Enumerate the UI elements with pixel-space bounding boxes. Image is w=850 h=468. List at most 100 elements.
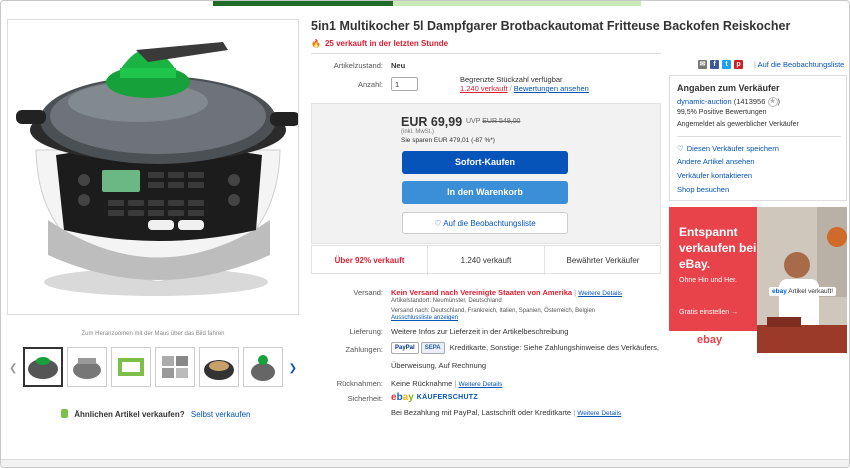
shipping-details-link[interactable]: Weitere Details: [578, 290, 622, 297]
flame-icon: 🔥: [311, 39, 321, 48]
tag-icon: [61, 409, 68, 418]
security-text: Bei Bezahlung mit PayPal, Lastschrift od…: [391, 408, 572, 417]
ad-person-image: [757, 207, 847, 353]
returns-value: Keine Rücknahme: [391, 379, 453, 388]
shipping-label: Versand:: [353, 288, 383, 297]
quantity-label: Anzahl:: [357, 80, 383, 89]
sell-similar-question: Ähnlichen Artikel verkaufen?: [74, 410, 185, 419]
ad-cta[interactable]: Gratis einstellen →: [679, 309, 738, 316]
savings-text: Sie sparen EUR 479,01 (-87 %*): [401, 137, 495, 144]
heart-icon: ♡: [677, 144, 684, 153]
sell-similar: Ähnlichen Artikel verkaufen? Selbst verk…: [61, 409, 250, 419]
contact-seller-link[interactable]: Verkäufer kontaktieren: [677, 171, 752, 180]
star-icon: ★: [767, 97, 778, 108]
ad-chip-logo: ebay: [772, 288, 787, 295]
payment-text-2: Überweisung, Auf Rechnung: [391, 361, 487, 370]
quantity-input[interactable]: 1: [391, 77, 418, 91]
seller-name-line: dynamic-auction (1413956 ★): [677, 97, 780, 108]
ad-ebay-logo: ebay: [697, 334, 723, 346]
positive-ratings: 99,5% Positive Bewertungen: [677, 109, 767, 116]
heart-icon: ♡: [434, 219, 442, 228]
product-title: 5in1 Multikocher 5l Dampfgarer Brotbacka…: [311, 19, 791, 33]
ad-banner[interactable]: Entspannt verkaufen bei eBay. Ohne Hin u…: [669, 207, 847, 353]
twitter-icon[interactable]: t: [722, 60, 731, 69]
no-shipping-text: Kein Versand nach Vereinigte Staaten von…: [391, 288, 573, 297]
ad-subline: Ohne Hin und Her.: [679, 277, 737, 284]
divider: [677, 136, 841, 137]
visit-shop-link[interactable]: Shop besuchen: [677, 185, 729, 194]
watchlist-label: Auf die Beobachtungsliste: [443, 219, 536, 228]
other-items-link[interactable]: Andere Artikel ansehen: [677, 157, 755, 166]
buyer-protection-label: KÄUFERSCHUTZ: [416, 394, 478, 401]
returns-label: Rücknahmen:: [336, 379, 383, 388]
ebay-logo: ebay: [391, 392, 414, 403]
thumbnail[interactable]: [111, 347, 151, 387]
security-label: Sicherheit:: [347, 394, 383, 403]
divider: [311, 53, 661, 54]
buy-now-button[interactable]: Sofort-Kaufen: [402, 151, 568, 174]
watchlist-button[interactable]: ♡ Auf die Beobachtungsliste: [402, 212, 568, 234]
sold-reviews-line: 1.240 verkauft / Bewertungen ansehen: [460, 84, 589, 93]
seller-name-link[interactable]: dynamic-auction: [677, 97, 732, 106]
thumbnail[interactable]: [155, 347, 195, 387]
email-icon[interactable]: ✉: [698, 60, 707, 69]
thumbnail[interactable]: [67, 347, 107, 387]
item-location: Artikelstandort: Neumünster, Deutschland: [391, 298, 502, 304]
buyer-protection: ebay KÄUFERSCHUTZ: [391, 392, 478, 403]
pinterest-icon[interactable]: p: [734, 60, 743, 69]
vat-note: (inkl. MwSt.): [401, 129, 434, 135]
returns-details-link[interactable]: Weitere Details: [458, 381, 502, 388]
uvp-label: UVP: [466, 118, 481, 125]
limited-text: Begrenzte Stückzahl verfügbar: [460, 75, 563, 84]
ad-headline: Entspannt verkaufen bei eBay.: [679, 225, 757, 271]
security-details-link[interactable]: Weitere Details: [577, 410, 621, 417]
security-line: Bei Bezahlung mit PayPal, Lastschrift od…: [391, 408, 622, 417]
stats-bar: Über 92% verkauft 1.240 verkauft Bewährt…: [311, 245, 661, 275]
sold-count-link[interactable]: 1.240 verkauft: [460, 84, 508, 93]
ships-to: Versand nach: Deutschland, Frankreich, I…: [391, 308, 596, 314]
exclusion-list-link[interactable]: Ausschlussliste anzeigen: [391, 315, 458, 321]
thumbnail[interactable]: [243, 347, 283, 387]
ad-chip-text: Artikel verkauft!: [788, 288, 834, 295]
thumbnail[interactable]: [199, 347, 239, 387]
stat-sold-count: 1.240 verkauft: [428, 246, 545, 275]
condition-label: Artikelzustand:: [333, 61, 383, 70]
top-bar-dark: [213, 1, 393, 6]
business-seller: Angemeldet als gewerblicher Verkäufer: [677, 121, 799, 128]
chevron-right-icon[interactable]: ❯: [289, 363, 297, 374]
uvp: UVP EUR 549,00: [466, 118, 520, 125]
stat-trusted-seller: Bewährter Verkäufer: [566, 256, 640, 265]
payment-label: Zahlungen:: [345, 345, 383, 354]
product-main-image[interactable]: [7, 19, 300, 315]
top-bar-light: [393, 1, 641, 6]
uvp-value: EUR 549,00: [482, 118, 521, 125]
thumbnail-strip: ❮ ❯: [7, 347, 299, 393]
watchlist-link[interactable]: | Auf die Beobachtungsliste: [754, 60, 844, 69]
chevron-left-icon[interactable]: ❮: [9, 363, 17, 374]
multicooker-image: [16, 42, 300, 296]
delivery-value: Weitere Infos zur Lieferzeit in der Arti…: [391, 327, 569, 336]
condition-value: Neu: [391, 61, 406, 70]
save-seller-link[interactable]: ♡ Diesen Verkäufer speichern: [677, 144, 779, 153]
hot-indicator: 🔥 25 verkauft in der letzten Stunde: [311, 39, 448, 48]
seller-score: (1413956: [733, 97, 766, 106]
seller-header: Angaben zum Verkäufer: [677, 83, 780, 93]
returns-line: Keine Rücknahme | Weitere Details: [391, 379, 503, 388]
ad-sold-chip: ebay Artikel verkauft!: [769, 287, 837, 296]
bottom-strip: [1, 459, 849, 467]
thumbnail[interactable]: [23, 347, 63, 387]
page-frame: Zum Heranzoomen mit der Maus über das Bi…: [0, 0, 850, 468]
zoom-hint: Zum Heranzoomen mit der Maus über das Bi…: [81, 331, 225, 337]
payment-text: Kreditkarte, Sonstige: Siehe Zahlungshin…: [449, 342, 659, 352]
paypal-logo: PayPal: [391, 342, 419, 354]
sell-yourself-link[interactable]: Selbst verkaufen: [191, 410, 251, 419]
ad-photo: [757, 207, 847, 353]
add-to-cart-button[interactable]: In den Warenkorb: [402, 181, 568, 204]
hot-text: 25 verkauft in der letzten Stunde: [324, 39, 449, 48]
reviews-link[interactable]: Bewertungen ansehen: [514, 84, 589, 93]
stat-sold-percent: Über 92% verkauft: [312, 246, 428, 275]
price-value: EUR 69,99: [401, 115, 463, 129]
delivery-label: Lieferung:: [349, 327, 383, 336]
seller-box: Angaben zum Verkäufer dynamic-auction (1…: [669, 75, 847, 201]
facebook-icon[interactable]: f: [710, 60, 719, 69]
